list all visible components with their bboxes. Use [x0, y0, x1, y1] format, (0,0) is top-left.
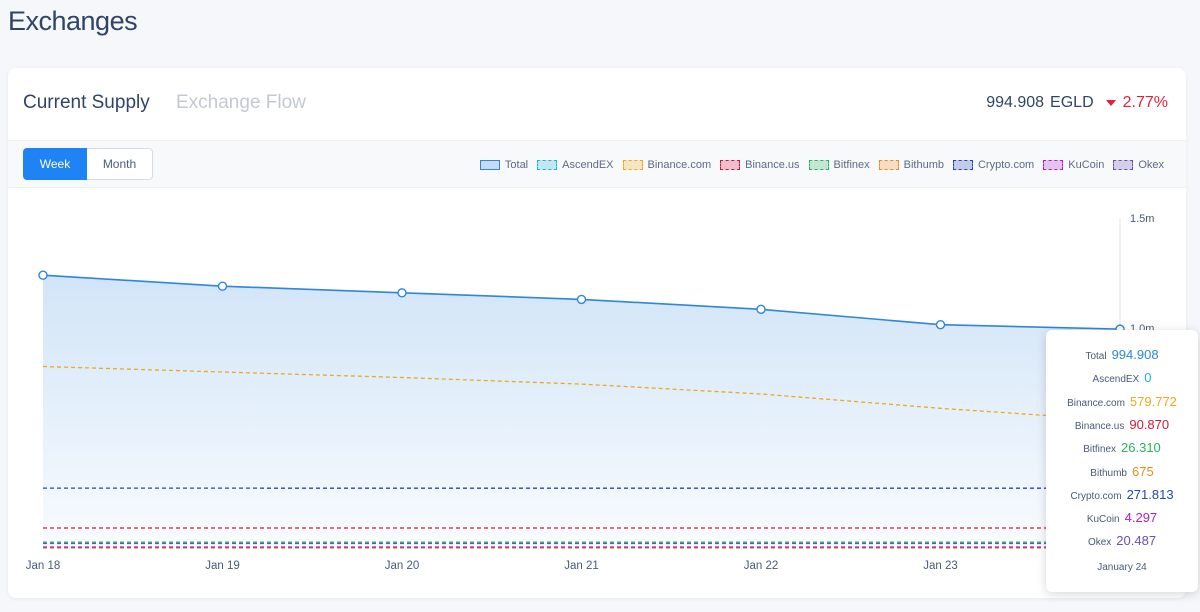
tooltip-label: Crypto.com [1070, 490, 1122, 502]
tooltip-value: 0 [1144, 370, 1152, 386]
x-tick-label: Jan 18 [26, 560, 61, 572]
total-area [43, 275, 1120, 548]
tooltip-row-kucoin: KuCoin 4.297 [1046, 510, 1198, 532]
tooltip-label: Total [1085, 351, 1107, 362]
tooltip-value: 579.772 [1129, 393, 1177, 409]
tooltip-row-bitfinex: Bitfinex 26.310 [1046, 440, 1198, 462]
tooltip-label: Okex [1087, 537, 1112, 549]
total-point [217, 281, 228, 291]
x-tick-label: Jan 21 [564, 560, 599, 572]
y-tick-label: 1.5m [1130, 213, 1154, 225]
tooltip-date: January 24 [1097, 562, 1147, 573]
total-point [397, 288, 407, 298]
tooltip-row-crypto-com: Crypto.com 271.813 [1046, 487, 1198, 509]
tooltip-value: 271.813 [1126, 486, 1174, 502]
tooltip-row-total: Total 994.908 [1046, 347, 1198, 369]
tooltip-row-okex: Okex 20.487 [1046, 533, 1198, 555]
total-point [935, 320, 946, 330]
total-point [756, 304, 766, 314]
tooltip-row-binance-us: Binance.us 90.870 [1046, 417, 1198, 439]
tooltip-value: 4.297 [1124, 510, 1158, 526]
tooltip-label: Bithumb [1090, 467, 1127, 479]
supply-chart: 1.5m1.0mJan 18 Jan 19 Jan 20 Jan 21 Jan 22 Ja… [26, 213, 1155, 572]
tooltip-value: 994.908 [1111, 347, 1159, 362]
tooltip-label: Bitfinex [1083, 444, 1117, 456]
tooltip-value: 26.310 [1121, 440, 1161, 456]
tooltip-label: Binance.com [1067, 397, 1125, 409]
tooltip-value: 20.487 [1116, 533, 1157, 549]
tooltip-row-bithumb: Bithumb 675 [1046, 464, 1198, 486]
x-tick-label: Jan 23 [923, 560, 958, 572]
x-tick-label: Jan 20 [385, 560, 420, 572]
tooltip-value: 675 [1131, 463, 1154, 479]
tooltip-label: KuCoin [1086, 514, 1120, 526]
tooltip-row-binance-com: Binance.com 579.772 [1046, 394, 1198, 416]
tooltip-label: Binance.us [1074, 420, 1125, 432]
total-point [38, 270, 48, 280]
tooltip-label: AscendEX [1092, 374, 1140, 386]
chart-tooltip: January 24 Total 994.908 AscendEX 0 Binance.… [1046, 330, 1198, 592]
tooltip-value: 90.870 [1129, 416, 1170, 432]
tooltip-row-ascendex: AscendEX 0 [1046, 370, 1198, 392]
total-point [576, 294, 587, 305]
x-tick-label: Jan 19 [205, 560, 240, 572]
x-tick-label: Jan 22 [744, 560, 779, 572]
